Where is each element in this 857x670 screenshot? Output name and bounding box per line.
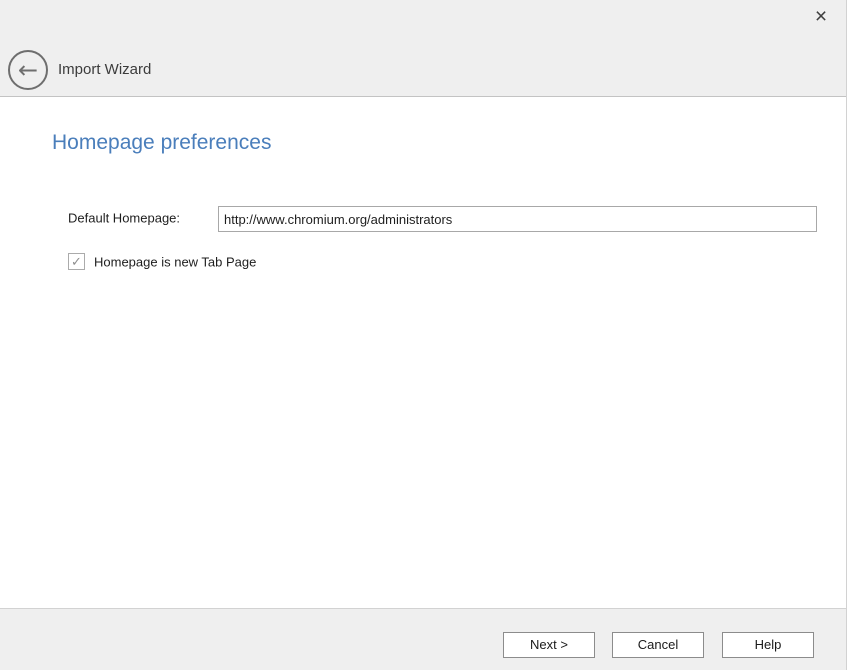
close-icon: × (815, 5, 827, 28)
newtab-checkbox[interactable]: ✓ (68, 253, 85, 270)
back-arrow-icon: ← (18, 56, 38, 84)
page-title: Homepage preferences (52, 131, 271, 155)
back-button[interactable]: ← (8, 50, 48, 90)
next-button[interactable]: Next > (503, 632, 595, 658)
default-homepage-input[interactable] (218, 206, 817, 232)
checkmark-icon: ✓ (71, 254, 82, 269)
wizard-header: × ← Import Wizard (0, 0, 846, 97)
wizard-footer: Next > Cancel Help (0, 608, 846, 670)
import-wizard-dialog: × ← Import Wizard Homepage preferences D… (0, 0, 847, 670)
cancel-button[interactable]: Cancel (612, 632, 704, 658)
wizard-title: Import Wizard (58, 61, 151, 78)
newtab-checkbox-label: Homepage is new Tab Page (94, 255, 256, 270)
help-button[interactable]: Help (722, 632, 814, 658)
close-button[interactable]: × (808, 4, 834, 30)
default-homepage-label: Default Homepage: (68, 211, 180, 226)
